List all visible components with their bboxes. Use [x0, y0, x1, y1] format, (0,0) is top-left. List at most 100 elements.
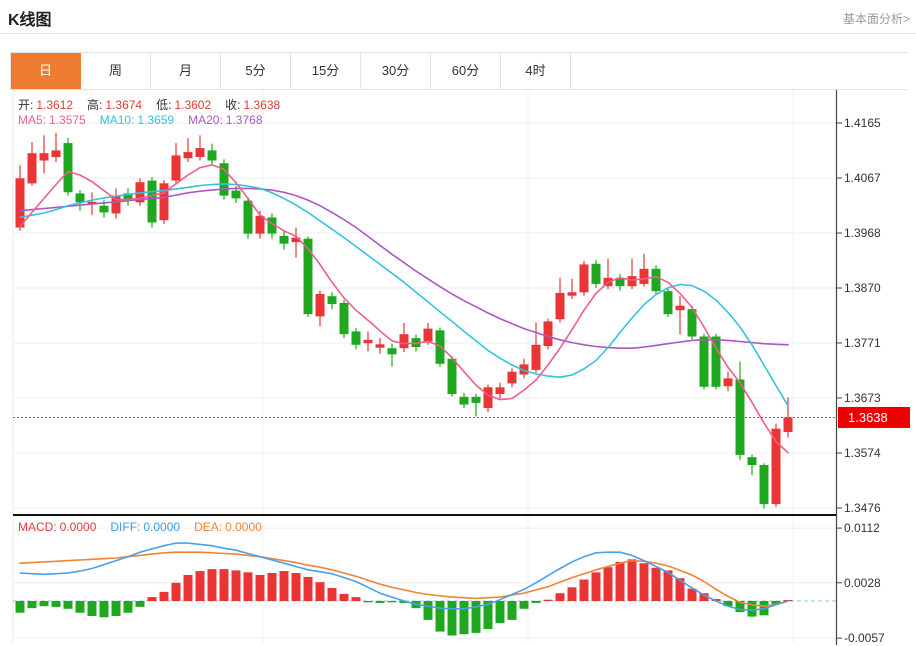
macd-bar: [376, 601, 385, 603]
candle: [484, 387, 493, 408]
y-axis-label: 1.4165: [844, 116, 881, 130]
candle: [316, 294, 325, 316]
macd-legend: MACD:0.0000DIFF:0.0000DEA:0.0000: [18, 520, 276, 534]
macd-bar: [328, 588, 337, 601]
y-axis-label: 1.3476: [844, 501, 881, 515]
candle: [364, 340, 373, 343]
macd-bar: [496, 601, 505, 623]
macd-bar: [172, 583, 181, 601]
macd-bar: [532, 601, 541, 603]
legend-ma-value: 1.3575: [49, 113, 86, 127]
y-axis-label: 1.4067: [844, 171, 881, 185]
macd-bar: [508, 601, 517, 620]
macd-bar: [100, 601, 109, 617]
macd-bar: [556, 593, 565, 601]
legend-ohlc-label: 高:: [87, 98, 102, 112]
tab-60分[interactable]: 60分: [431, 53, 501, 89]
macd-bar: [364, 601, 373, 602]
legend-macd-label: DIFF:: [110, 520, 140, 534]
tab-15分[interactable]: 15分: [291, 53, 361, 89]
legend-ma-value: 1.3768: [226, 113, 263, 127]
candle: [208, 150, 217, 160]
candle: [700, 337, 709, 387]
macd-bar: [388, 601, 397, 602]
macd-bar: [580, 580, 589, 601]
macd-bar: [280, 571, 289, 601]
macd-bar: [748, 601, 757, 617]
tab-30分[interactable]: 30分: [361, 53, 431, 89]
tab-4时[interactable]: 4时: [501, 53, 571, 89]
candle: [112, 196, 121, 214]
macd-bar: [616, 562, 625, 601]
candle: [580, 264, 589, 292]
macd-bar: [112, 601, 121, 616]
legend-ohlc-value: 1.3674: [105, 98, 142, 112]
candle: [664, 291, 673, 314]
candle: [172, 155, 181, 180]
macd-bar: [184, 575, 193, 601]
y-axis-label: 1.3968: [844, 226, 881, 240]
tab-5分[interactable]: 5分: [221, 53, 291, 89]
macd-bar: [220, 569, 229, 601]
macd-bar: [76, 601, 85, 613]
candle: [460, 397, 469, 405]
macd-bar: [232, 570, 241, 601]
macd-bar: [340, 594, 349, 601]
candle: [328, 296, 337, 304]
candle: [76, 193, 85, 202]
macd-bar: [448, 601, 457, 635]
interval-tabs: 日周月5分15分30分60分4时: [10, 52, 908, 90]
candle: [148, 181, 157, 223]
candle: [40, 153, 49, 160]
macd-bar: [304, 577, 313, 601]
candle: [640, 269, 649, 284]
macd-bar: [196, 571, 205, 601]
macd-axis-label: 0.0112: [844, 521, 880, 535]
last-price-tag-label: 1.3638: [848, 410, 888, 425]
tab-月[interactable]: 月: [151, 53, 221, 89]
ohlc-legend: 开:1.3612高:1.3674低:1.3602收:1.3638: [18, 96, 294, 113]
tab-周[interactable]: 周: [81, 53, 151, 89]
macd-bar: [520, 601, 529, 609]
legend-macd-value: 0.0000: [60, 520, 97, 534]
candle: [472, 397, 481, 403]
macd-bar: [256, 575, 265, 601]
candle: [760, 465, 769, 504]
macd-bar: [208, 569, 217, 601]
candle: [592, 264, 601, 284]
y-axis-label: 1.3574: [844, 446, 881, 460]
legend-macd-value: 0.0000: [225, 520, 262, 534]
candle: [544, 321, 553, 346]
candle: [784, 418, 793, 433]
macd-bar: [592, 572, 601, 601]
macd-axis-label: 0.0028: [844, 576, 881, 590]
macd-bar: [628, 559, 637, 601]
macd-bar: [124, 601, 133, 613]
candle: [100, 206, 109, 213]
ma5-line: [20, 165, 788, 453]
candle: [676, 306, 685, 311]
candle: [280, 236, 289, 244]
dea-line: [20, 552, 788, 606]
candle: [256, 216, 265, 234]
legend-ohlc-value: 1.3638: [243, 98, 280, 112]
tab-日[interactable]: 日: [11, 53, 81, 89]
candle: [64, 143, 73, 192]
legend-ma-label: MA20:: [188, 113, 223, 127]
candle: [196, 148, 205, 157]
candle: [388, 348, 397, 354]
legend-ohlc-label: 开:: [18, 98, 33, 112]
ma10-line: [20, 184, 788, 406]
macd-bar: [52, 601, 61, 607]
macd-panel: [13, 543, 836, 635]
macd-bar: [88, 601, 97, 616]
macd-bar: [244, 572, 253, 601]
candle: [568, 292, 577, 295]
candle: [400, 334, 409, 348]
candle: [160, 183, 169, 220]
legend-macd-value: 0.0000: [143, 520, 180, 534]
main-panel: [13, 133, 836, 509]
candle: [772, 429, 781, 504]
legend-macd-label: DEA:: [194, 520, 222, 534]
macd-bar: [460, 601, 469, 634]
